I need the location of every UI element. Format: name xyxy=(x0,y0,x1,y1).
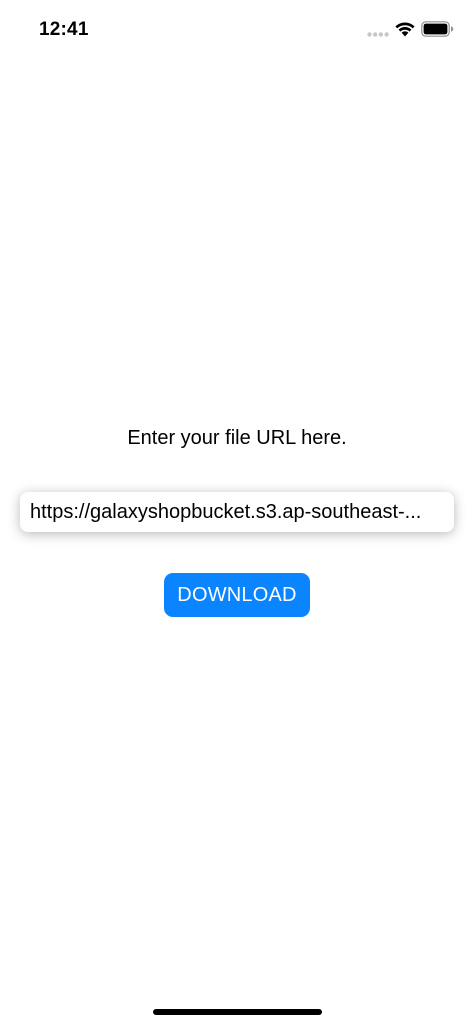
wifi-icon xyxy=(395,22,415,37)
status-time: 12:41 xyxy=(39,19,89,40)
home-indicator[interactable] xyxy=(153,1009,322,1015)
signal-dots-icon xyxy=(367,32,389,37)
app-screen: 12:41 Enter your file URL here. https://… xyxy=(0,0,474,1025)
url-prompt-label: Enter your file URL here. xyxy=(127,427,347,449)
download-button[interactable]: DOWNLOAD xyxy=(164,573,310,617)
url-input-value[interactable]: https://galaxyshopbucket.s3.ap-southeast… xyxy=(30,501,444,524)
url-input-field[interactable]: https://galaxyshopbucket.s3.ap-southeast… xyxy=(20,492,454,532)
battery-icon xyxy=(421,21,454,37)
